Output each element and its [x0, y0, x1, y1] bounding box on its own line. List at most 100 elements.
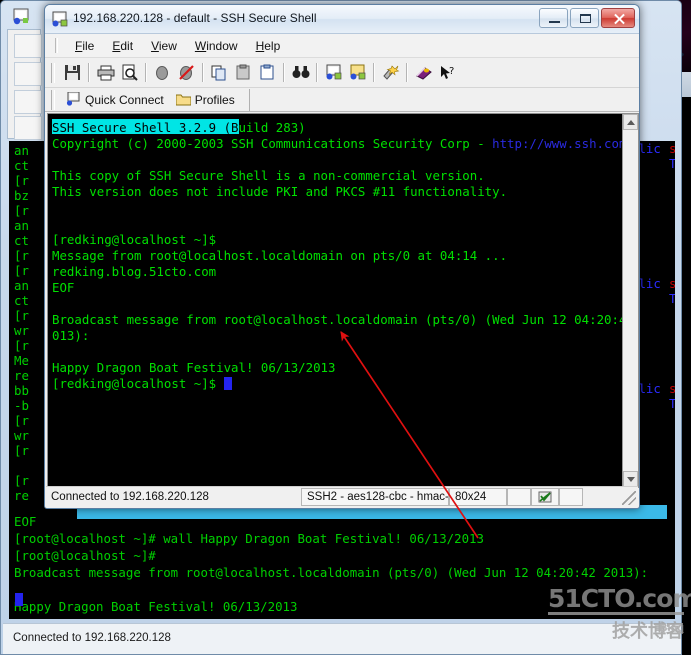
ssh-app-icon — [52, 11, 68, 27]
background-terminal-line: Happy Dragon Boat Festival! 06/13/2013 — [14, 599, 298, 614]
background-terminal-line: ct — [14, 233, 29, 248]
encryption-status-cell[interactable] — [531, 488, 559, 506]
menu-view-accel: V — [151, 38, 159, 53]
menu-bar[interactable]: File Edit View Window Help — [45, 34, 639, 58]
background-terminal-line: an — [14, 143, 29, 158]
background-toolbar-strip — [7, 29, 42, 140]
context-help-button[interactable]: ? — [436, 61, 459, 84]
toolbar-separator — [145, 63, 147, 82]
print-button[interactable] — [94, 61, 117, 84]
menu-file-rest: ile — [82, 38, 95, 53]
terminal-line: 013): — [52, 328, 90, 343]
background-toolbar-button[interactable] — [14, 90, 42, 114]
profiles-label: Profiles — [194, 92, 235, 107]
cut-button[interactable] — [232, 61, 255, 84]
menu-item-file[interactable]: File — [66, 37, 103, 55]
background-terminal-line: re — [14, 488, 29, 503]
background-terminal-line: re — [14, 368, 29, 383]
scroll-up-button[interactable] — [623, 114, 638, 130]
terminal-scrollbar[interactable] — [622, 114, 638, 487]
toolbar-separator — [202, 63, 204, 82]
status-spacer-cell-2 — [559, 488, 583, 506]
toolbar-separator — [406, 63, 408, 82]
background-terminal-line: an — [14, 278, 29, 293]
save-button[interactable] — [61, 61, 84, 84]
background-terminal-line: [r — [14, 263, 29, 278]
background-terminal-cursor — [15, 593, 23, 606]
paste-button[interactable] — [256, 61, 279, 84]
find-button[interactable] — [289, 61, 312, 84]
disconnect-button[interactable] — [175, 61, 198, 84]
terminal-line: [redking@localhost ~]$ — [52, 232, 217, 247]
menu-window-rest: indow — [206, 38, 238, 53]
background-toolbar-button[interactable] — [14, 62, 42, 86]
find-binoculars-icon — [292, 66, 309, 78]
terminal-hyperlink[interactable]: http://www.ssh.com/ — [492, 136, 622, 152]
terminal-line: uild 283) — [238, 120, 306, 135]
background-terminal-line: [r — [14, 248, 29, 263]
chevron-down-icon — [626, 476, 635, 482]
terminal-line: This version does not include PKI and PK… — [52, 184, 508, 199]
quick-connect-group[interactable]: Quick Connect Profiles — [60, 88, 250, 111]
connect-icon — [156, 66, 168, 80]
background-connection-status: Connected to 192.168.220.128 — [13, 632, 171, 644]
window-title: 192.168.220.128 - default - SSH Secure S… — [73, 11, 317, 25]
ssh-secure-shell-window[interactable]: 192.168.220.128 - default - SSH Secure S… — [44, 4, 640, 509]
terminal-size-status: 80x24 — [449, 488, 507, 506]
watermark-main-text: 51CTO.com — [548, 584, 691, 615]
quick-connect-button[interactable]: Quick Connect — [60, 91, 170, 108]
background-toolbar-button[interactable] — [14, 116, 42, 140]
menu-item-window[interactable]: Window — [186, 37, 247, 55]
menu-window-accel: W — [194, 38, 207, 53]
copy-icon — [211, 65, 226, 81]
print-preview-button[interactable] — [118, 61, 141, 84]
terminal-cursor — [223, 377, 232, 390]
disconnect-icon — [179, 65, 194, 80]
background-toolbar-button[interactable] — [14, 34, 42, 58]
scroll-down-button[interactable] — [623, 471, 638, 487]
profiles-button[interactable]: Profiles — [170, 92, 241, 108]
terminal-pane[interactable]: SSH Secure Shell 3.2.9 (B uild 283) Copyri… — [47, 113, 639, 488]
background-terminal-line: an — [14, 218, 29, 233]
menu-item-edit[interactable]: Edit — [103, 37, 142, 55]
background-terminal-line: s — [669, 141, 675, 156]
close-button[interactable] — [601, 8, 635, 28]
toolbar-separator — [88, 63, 90, 82]
background-terminal-line: s — [669, 381, 675, 396]
terminal-line: Message from root@localhost.localdomain … — [52, 248, 508, 263]
background-terminal-line: [r — [14, 443, 29, 458]
menu-item-help[interactable]: Help — [247, 37, 290, 55]
connection-status: Connected to 192.168.220.128 — [51, 491, 209, 503]
main-toolbar[interactable]: ? — [45, 58, 639, 88]
terminal-line-selected: SSH Secure Shell 3.2.9 (B — [52, 120, 239, 135]
background-terminal-line: ct — [14, 293, 29, 308]
settings-button[interactable] — [379, 61, 402, 84]
terminal-output[interactable]: SSH Secure Shell 3.2.9 (B uild 283) Copyri… — [48, 114, 622, 487]
print-icon — [97, 65, 114, 80]
copy-button[interactable] — [208, 61, 231, 84]
background-terminal-line: ct — [14, 158, 29, 173]
settings-gear-icon — [382, 65, 399, 80]
status-spacer-cell — [507, 488, 531, 506]
help-button[interactable] — [412, 61, 435, 84]
quick-connect-icon — [66, 92, 80, 106]
minimize-icon — [549, 21, 560, 23]
connect-button[interactable] — [151, 61, 174, 84]
background-terminal-line: EOF — [14, 514, 37, 529]
quick-connect-toolbar[interactable]: Quick Connect Profiles — [45, 88, 639, 112]
new-terminal-button[interactable] — [322, 61, 345, 84]
terminal-line: Broadcast message from root@localhost.lo… — [52, 312, 622, 327]
menu-item-view[interactable]: View — [142, 37, 186, 55]
minimize-button[interactable] — [539, 8, 568, 28]
toolbar-separator — [373, 63, 375, 82]
new-file-transfer-button[interactable] — [346, 61, 369, 84]
maximize-button[interactable] — [570, 8, 599, 28]
title-bar[interactable]: 192.168.220.128 - default - SSH Secure S… — [45, 5, 639, 34]
quick-connect-label: Quick Connect — [85, 92, 164, 107]
background-terminal-line: [root@localhost ~]# wall Happy Dragon Bo… — [14, 531, 484, 546]
menu-help-rest: elp — [264, 38, 281, 53]
window-controls[interactable] — [539, 8, 635, 28]
background-terminal-line: [r — [14, 308, 29, 323]
watermark-blog-text: Blog — [659, 622, 684, 634]
resize-grip[interactable] — [622, 491, 636, 505]
